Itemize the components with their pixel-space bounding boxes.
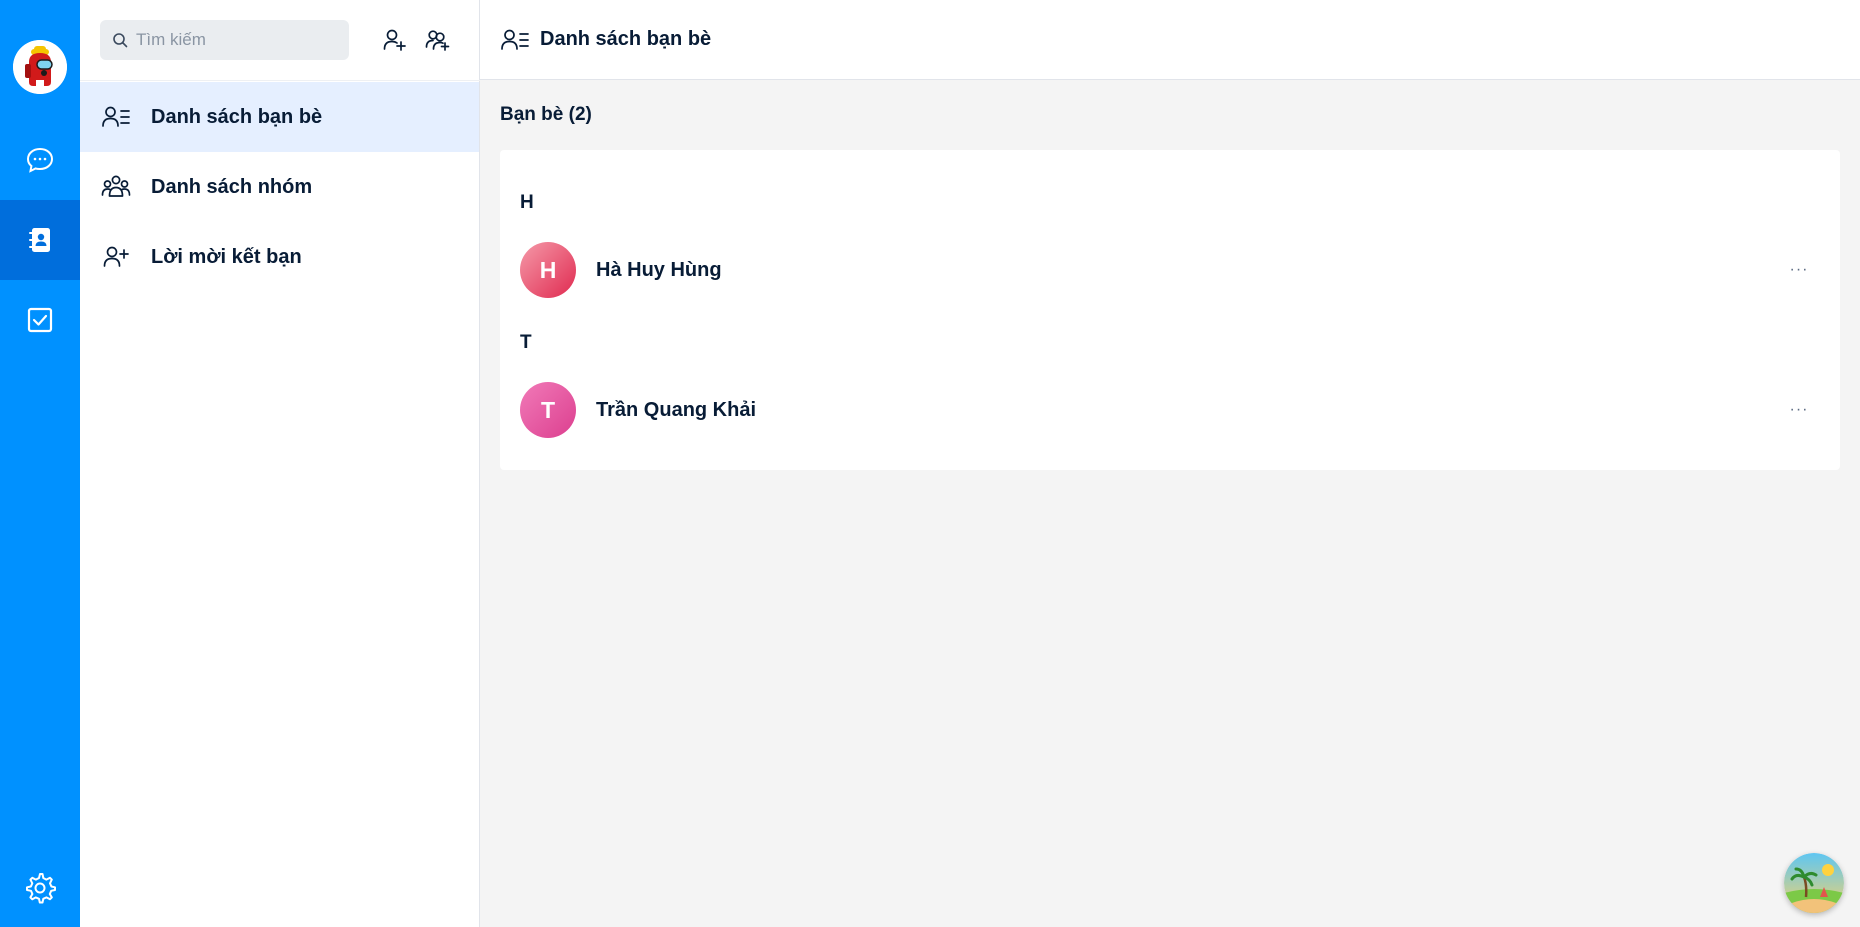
nav-settings[interactable]	[0, 848, 80, 927]
menu-item-label: Lời mời kết bạn	[151, 245, 302, 268]
contacts-panel: Danh sách bạn bè Danh sách nhóm Lời mời …	[80, 0, 480, 927]
gear-icon	[26, 873, 56, 904]
add-user-icon	[100, 241, 132, 273]
list-item[interactable]: H Hà Huy Hùng ···	[500, 235, 1840, 305]
more-options-button[interactable]: ···	[1786, 257, 1812, 283]
more-options-button[interactable]: ···	[1786, 397, 1812, 423]
page-title: Danh sách bạn bè	[540, 28, 712, 50]
alphabet-group-header: T	[520, 332, 532, 353]
menu-item-friend-requests[interactable]: Lời mời kết bạn	[80, 222, 479, 292]
search-icon	[113, 33, 128, 48]
group-icon	[100, 171, 132, 203]
search-input[interactable]	[136, 30, 336, 50]
list-item[interactable]: T Trần Quang Khải ···	[500, 375, 1840, 445]
user-avatar[interactable]	[13, 40, 67, 94]
menu-item-friend-list[interactable]: Danh sách bạn bè	[80, 82, 479, 152]
friend-list-icon	[100, 101, 132, 133]
menu-item-label: Danh sách bạn bè	[151, 105, 323, 128]
avatar: T	[520, 382, 576, 438]
nav-rail	[0, 0, 80, 927]
divider	[80, 80, 480, 81]
create-group-button[interactable]	[422, 24, 454, 56]
add-user-icon	[383, 29, 406, 51]
page-header: Danh sách bạn bè	[480, 0, 1860, 80]
todo-checkbox-icon	[27, 307, 53, 333]
menu-item-group-list[interactable]: Danh sách nhóm	[80, 152, 479, 222]
avatar: H	[520, 242, 576, 298]
contacts-icon	[29, 228, 50, 252]
contact-name: Trần Quang Khải	[596, 398, 757, 421]
friend-list-icon	[501, 29, 529, 50]
alphabet-group-header: H	[520, 192, 534, 213]
add-friend-button[interactable]	[379, 24, 411, 56]
nav-contacts[interactable]	[0, 200, 80, 280]
friend-count: Bạn bè (2)	[500, 104, 592, 125]
main-content: Danh sách bạn bè Bạn bè (2) H H Hà Huy H…	[480, 0, 1860, 927]
beach-icon	[1784, 853, 1844, 913]
among-us-avatar-icon	[13, 40, 67, 94]
search-box[interactable]	[100, 20, 349, 60]
chat-icon	[26, 147, 54, 173]
add-group-icon	[425, 30, 450, 51]
contact-name: Hà Huy Hùng	[596, 258, 722, 281]
nav-chat[interactable]	[0, 120, 80, 200]
nav-todo[interactable]	[0, 280, 80, 360]
floating-widget-button[interactable]	[1784, 853, 1844, 913]
menu-item-label: Danh sách nhóm	[151, 175, 313, 198]
friend-list: H H Hà Huy Hùng ··· T T Trần Quang Khải …	[500, 150, 1840, 470]
